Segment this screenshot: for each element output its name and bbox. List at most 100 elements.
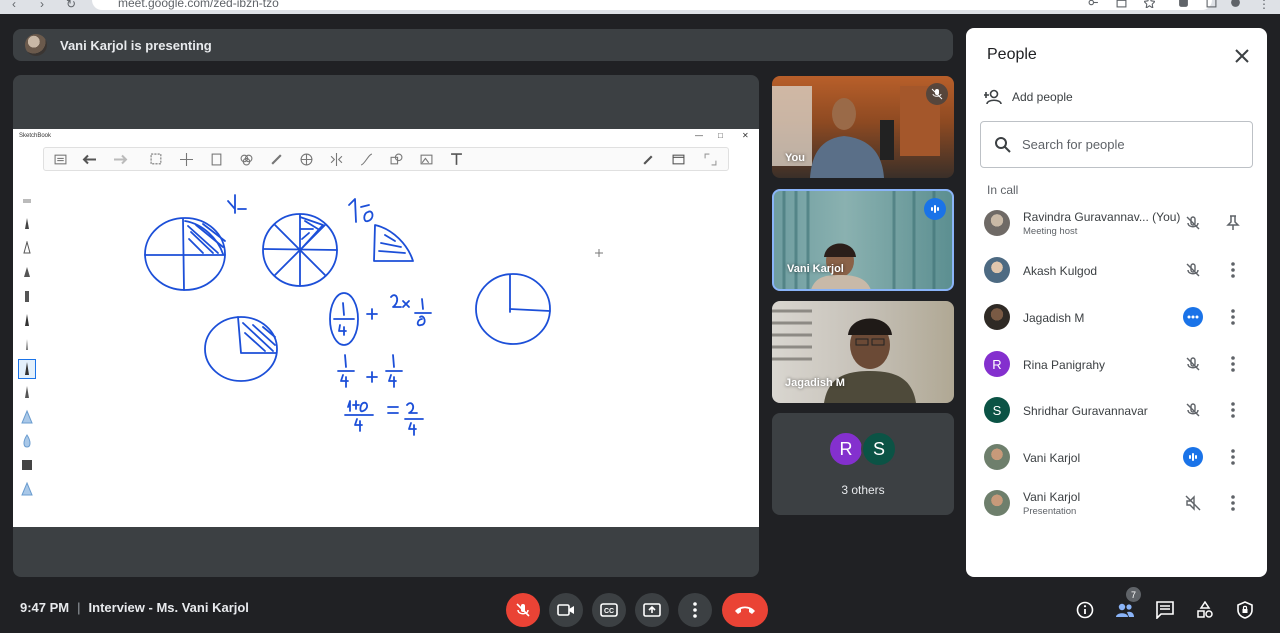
presenting-text: Vani Karjol is presenting: [60, 37, 212, 53]
svg-text:CC: CC: [604, 608, 614, 615]
camera-toggle-button[interactable]: [549, 593, 583, 627]
people-panel: People Add people In call Ravindra Gurav…: [966, 28, 1267, 577]
search-input[interactable]: [1022, 137, 1232, 152]
people-button[interactable]: [1115, 600, 1135, 620]
more-options-button[interactable]: [678, 593, 712, 627]
speaking-icon: [1189, 453, 1197, 461]
key-icon[interactable]: [1088, 0, 1099, 8]
present-screen-button[interactable]: [635, 593, 669, 627]
activities-icon: [1197, 601, 1213, 618]
star-icon[interactable]: [1144, 0, 1155, 8]
participant-name: Rina Panigrahy: [1023, 358, 1106, 372]
volume-status[interactable]: [1182, 492, 1204, 514]
mic-off-icon: [1186, 357, 1200, 371]
others-count-label: 3 others: [841, 483, 885, 497]
avatar: [984, 490, 1010, 516]
more-vert-icon: [1231, 262, 1235, 278]
speaking-status: [1182, 446, 1204, 468]
crosshair-cursor-icon: [595, 249, 603, 257]
captions-button[interactable]: CC: [592, 593, 626, 627]
more-options-button[interactable]: [1224, 306, 1242, 328]
participant-row[interactable]: Akash Kulgod: [966, 248, 1267, 294]
more-options-button[interactable]: [1224, 259, 1242, 281]
more-vert-icon: [1231, 449, 1235, 465]
meeting-details-button[interactable]: [1075, 600, 1095, 620]
call-end-icon: [735, 606, 755, 614]
divider: |: [77, 600, 81, 615]
tile-others[interactable]: R S 3 others: [772, 413, 954, 515]
more-options-button[interactable]: [1224, 446, 1242, 468]
tile-you[interactable]: You: [772, 76, 954, 178]
shield-icon: [1237, 601, 1253, 619]
mute-status[interactable]: [1182, 259, 1204, 281]
speaking-status: [1182, 306, 1204, 328]
participant-row[interactable]: Ravindra Guravannav... (You) Meeting hos…: [966, 201, 1267, 247]
pin-icon: [1226, 215, 1240, 230]
presenter-avatar: [25, 34, 47, 56]
vani-speaking-badge: [924, 198, 946, 220]
participant-name: Akash Kulgod: [1023, 264, 1098, 278]
avatar: [984, 257, 1010, 283]
participant-row[interactable]: S Shridhar Guravannavar: [966, 388, 1267, 434]
mute-status[interactable]: [1182, 353, 1204, 375]
meeting-name: Interview - Ms. Vani Karjol: [88, 600, 249, 615]
extensions-icon[interactable]: [1178, 0, 1189, 8]
more-vert-icon: [1231, 495, 1235, 511]
tile-vani-karjol[interactable]: Vani Karjol: [772, 189, 954, 291]
person-add-icon: [984, 89, 1002, 105]
activities-button[interactable]: [1195, 600, 1215, 620]
more-options-button[interactable]: [1224, 492, 1242, 514]
menu-icon[interactable]: ⋮: [1258, 0, 1270, 11]
people-count-badge: 7: [1126, 587, 1141, 602]
browser-toolbar: ‹ › ↻ meet.google.com/zed-ibzn-tzo ⋮: [0, 0, 1280, 14]
sidebar-icon[interactable]: [1206, 0, 1217, 8]
avatar: [984, 444, 1010, 470]
more-vert-icon: [1231, 356, 1235, 372]
panel-title: People: [987, 46, 1037, 63]
mic-off-icon: [1186, 216, 1200, 230]
present-to-all-icon: [643, 603, 661, 617]
participant-row[interactable]: Jagadish M: [966, 295, 1267, 341]
more-vert-icon: [693, 602, 697, 618]
participant-name: Ravindra Guravannav... (You): [1023, 210, 1181, 224]
presentation-stage: SketchBook — □ ✕: [13, 75, 759, 577]
mic-off-icon: [1186, 263, 1200, 277]
mic-off-icon: [516, 603, 530, 617]
meeting-info: 9:47 PM | Interview - Ms. Vani Karjol: [20, 600, 249, 615]
avatar: S: [984, 397, 1010, 423]
reload-icon[interactable]: ↻: [66, 0, 76, 11]
close-icon[interactable]: [1232, 46, 1252, 66]
back-icon[interactable]: ‹: [12, 0, 16, 11]
speaking-dots-icon: [1187, 315, 1199, 319]
mic-off-icon: [931, 88, 943, 100]
participant-name: Vani Karjol: [1023, 490, 1081, 504]
tile-jagadish-m[interactable]: Jagadish M: [772, 301, 954, 403]
mute-status[interactable]: [1182, 212, 1204, 234]
mic-off-icon: [1186, 403, 1200, 417]
forward-icon[interactable]: ›: [40, 0, 44, 11]
speaking-icon: [931, 205, 939, 213]
more-options-button[interactable]: [1224, 353, 1242, 375]
drawing-canvas: [144, 194, 603, 436]
profile-icon[interactable]: [1230, 0, 1241, 8]
add-people-button[interactable]: Add people: [984, 89, 1073, 105]
avatar: [984, 210, 1010, 236]
chat-icon: [1156, 601, 1174, 619]
presenting-banner: Vani Karjol is presenting: [13, 29, 953, 61]
share-icon[interactable]: [1116, 0, 1127, 8]
mute-status[interactable]: [1182, 399, 1204, 421]
chat-button[interactable]: [1155, 600, 1175, 620]
mic-toggle-button[interactable]: [506, 593, 540, 627]
search-box[interactable]: [980, 121, 1253, 168]
participant-row[interactable]: R Rina Panigrahy: [966, 342, 1267, 388]
more-options-button[interactable]: [1224, 399, 1242, 421]
participant-row[interactable]: Vani Karjol: [966, 435, 1267, 481]
pin-button[interactable]: [1224, 212, 1242, 234]
leave-call-button[interactable]: [722, 593, 768, 627]
participant-row[interactable]: Vani Karjol Presentation: [966, 481, 1267, 527]
host-controls-button[interactable]: [1235, 600, 1255, 620]
search-icon: [995, 136, 1011, 153]
more-vert-icon: [1231, 309, 1235, 325]
avatar: R: [984, 351, 1010, 377]
tile-name: Vani Karjol: [787, 263, 844, 275]
